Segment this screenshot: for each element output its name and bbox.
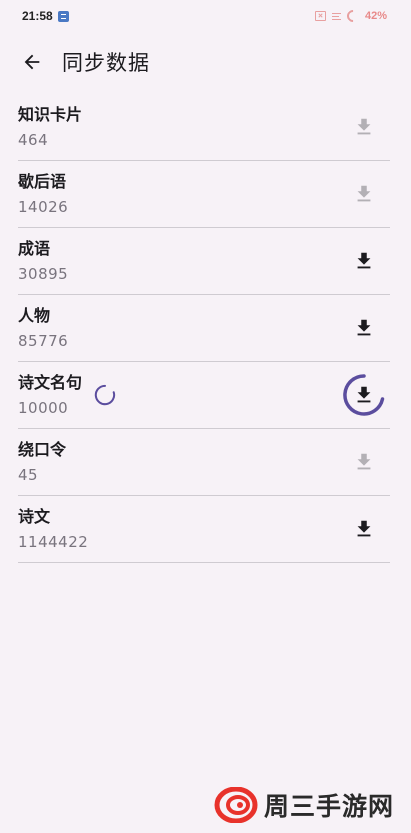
- download-button[interactable]: [343, 374, 385, 416]
- list-item: 诗文 1144422: [18, 496, 390, 563]
- download-icon: [357, 319, 371, 336]
- page-title: 同步数据: [62, 51, 150, 75]
- item-name: 知识卡片: [18, 104, 83, 124]
- download-icon: [357, 520, 371, 537]
- no-sim-icon: [314, 11, 326, 21]
- download-button[interactable]: [344, 308, 384, 348]
- download-progress-ring: [343, 374, 385, 416]
- item-count: 1144422: [18, 532, 89, 551]
- item-count: 45: [18, 465, 39, 484]
- item-count: 30895: [18, 264, 69, 283]
- sync-list: 知识卡片 464 歇后语 14026 成语 30895 人物 85776 诗文名…: [18, 94, 390, 563]
- item-name: 诗文名句: [18, 372, 83, 392]
- download-icon: [357, 185, 371, 202]
- item-count: 85776: [18, 331, 69, 350]
- list-item: 诗文名句 10000: [18, 362, 390, 429]
- download-icon: [357, 118, 371, 135]
- list-item: 歇后语 14026: [18, 161, 390, 228]
- list-item: 成语 30895: [18, 228, 390, 295]
- status-time: 21:58: [22, 9, 53, 23]
- back-button[interactable]: [16, 46, 48, 78]
- item-count: 14026: [18, 197, 69, 216]
- app-bar: 同步数据: [0, 40, 411, 84]
- list-item: 人物 85776: [18, 295, 390, 362]
- download-icon: [357, 252, 371, 269]
- download-button[interactable]: [344, 241, 384, 281]
- notification-icon: [57, 10, 69, 22]
- battery-icon: [344, 7, 362, 25]
- download-button[interactable]: [344, 174, 384, 214]
- signal-icon: [331, 12, 341, 20]
- item-name: 人物: [18, 305, 51, 325]
- item-name: 成语: [18, 238, 51, 258]
- item-name: 绕口令: [18, 439, 67, 459]
- item-name: 诗文: [18, 506, 51, 526]
- watermark-logo-icon: [214, 787, 258, 823]
- download-button[interactable]: [344, 107, 384, 147]
- list-item: 绕口令 45: [18, 429, 390, 496]
- battery-level: 42%: [364, 10, 387, 22]
- status-bar: 21:58 42%: [0, 0, 411, 32]
- watermark-text: 周三手游网: [264, 792, 395, 821]
- loading-spinner: [94, 384, 116, 406]
- list-item: 知识卡片 464: [18, 94, 390, 161]
- watermark: 周三手游网: [214, 787, 394, 823]
- item-count: 464: [18, 130, 49, 149]
- item-count: 10000: [18, 398, 69, 417]
- arrow-left-icon: [24, 54, 40, 70]
- item-name: 歇后语: [18, 171, 67, 191]
- download-icon: [357, 453, 371, 470]
- download-button[interactable]: [344, 509, 384, 549]
- download-button[interactable]: [344, 442, 384, 482]
